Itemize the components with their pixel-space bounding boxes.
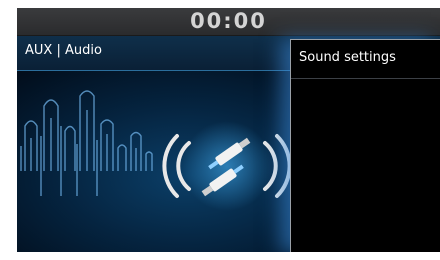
source-title: AUX | Audio [25,43,102,58]
panel-divider [291,78,440,79]
clock: 00:00 [190,9,267,33]
sound-settings-title[interactable]: Sound settings [299,50,396,65]
sound-settings-panel[interactable]: Sound settings [290,39,440,252]
sound-wave-icon [20,90,153,196]
aux-audio-screen: AUX | Audio Sound settings [17,36,440,252]
status-bar: 00:00 [17,8,440,36]
head-unit-screen: 00:00 AUX | Audio Sound settings [17,8,440,252]
